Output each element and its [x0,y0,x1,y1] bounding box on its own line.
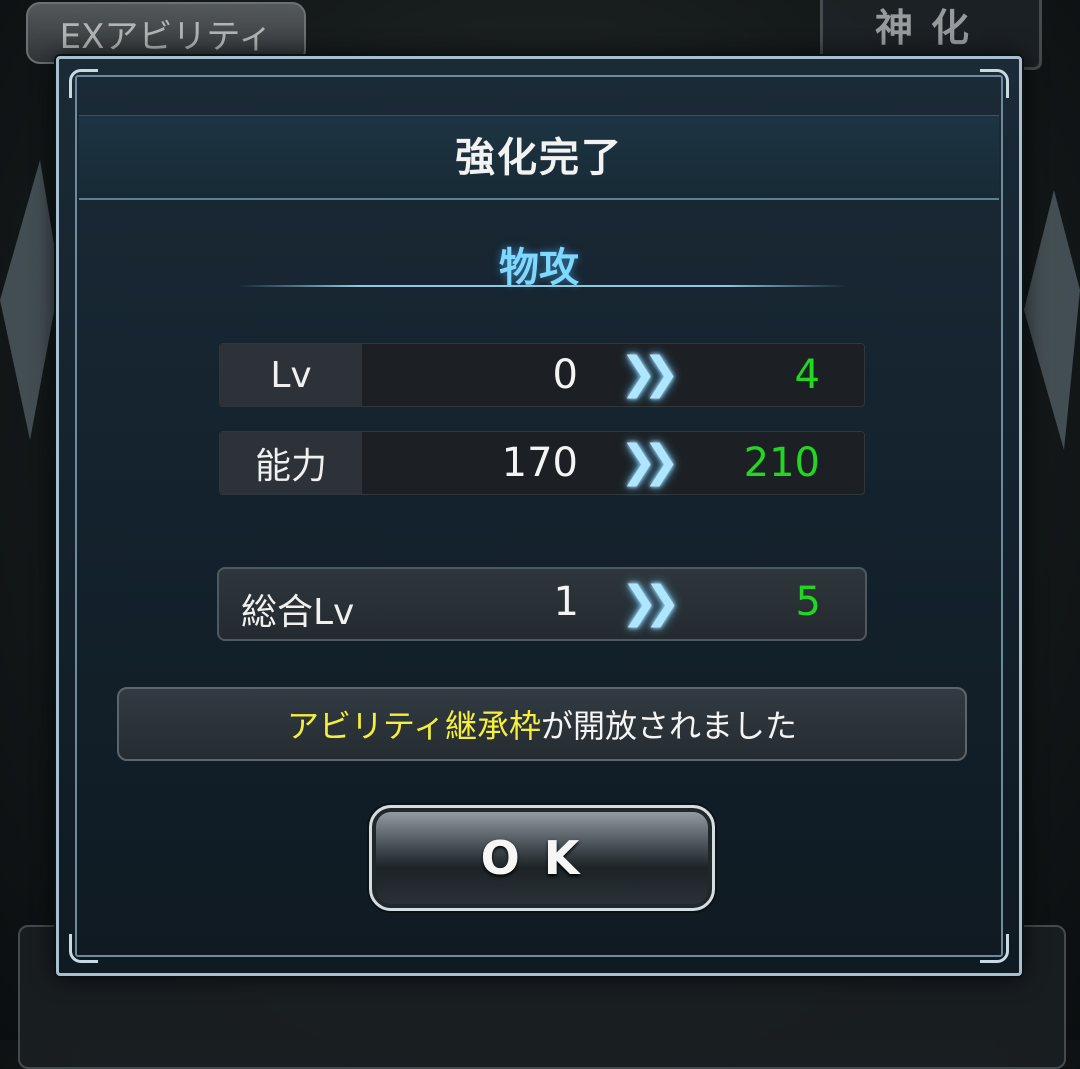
divider [237,285,847,287]
ok-button[interactable]: OK [369,805,715,911]
double-chevron-right-icon: ❯❯ [620,436,680,487]
corner-ornament [69,934,98,963]
total-level-old-value: 1 [553,579,579,625]
corner-ornament [980,934,1009,963]
ability-row: 能力 170 ❯❯ 210 [219,431,865,495]
double-chevron-right-icon: ❯❯ [620,348,680,399]
notice-text: が開放されました [541,707,798,745]
level-label: Lv [220,344,362,406]
level-old-value: 0 [552,352,578,398]
double-chevron-right-icon: ❯❯ [621,577,681,628]
total-level-new-value: 5 [795,579,821,625]
corner-ornament [980,69,1009,98]
total-level-label: 総合Lv [241,592,355,633]
ability-label: 能力 [220,432,362,494]
level-new-value: 4 [794,352,820,398]
dialog-title: 強化完了 [455,135,623,181]
crystal-decoration-left [0,160,60,440]
ability-old-value: 170 [501,440,578,486]
corner-ornament [69,69,98,98]
notice-highlight: アビリティ継承枠 [286,707,542,745]
crystal-decoration-right [1024,190,1080,450]
level-row: Lv 0 ❯❯ 4 [219,343,865,407]
unlock-notice: アビリティ継承枠 が開放されました [117,687,967,761]
enhance-complete-dialog: 強化完了 物攻 Lv 0 ❯❯ 4 能力 170 ❯❯ 210 総合Lv 1 ❯… [56,56,1022,976]
total-level-row: 総合Lv 1 ❯❯ 5 [217,567,867,641]
ability-new-value: 210 [743,440,820,486]
ex-ability-tab: EXアビリティ [26,2,306,64]
